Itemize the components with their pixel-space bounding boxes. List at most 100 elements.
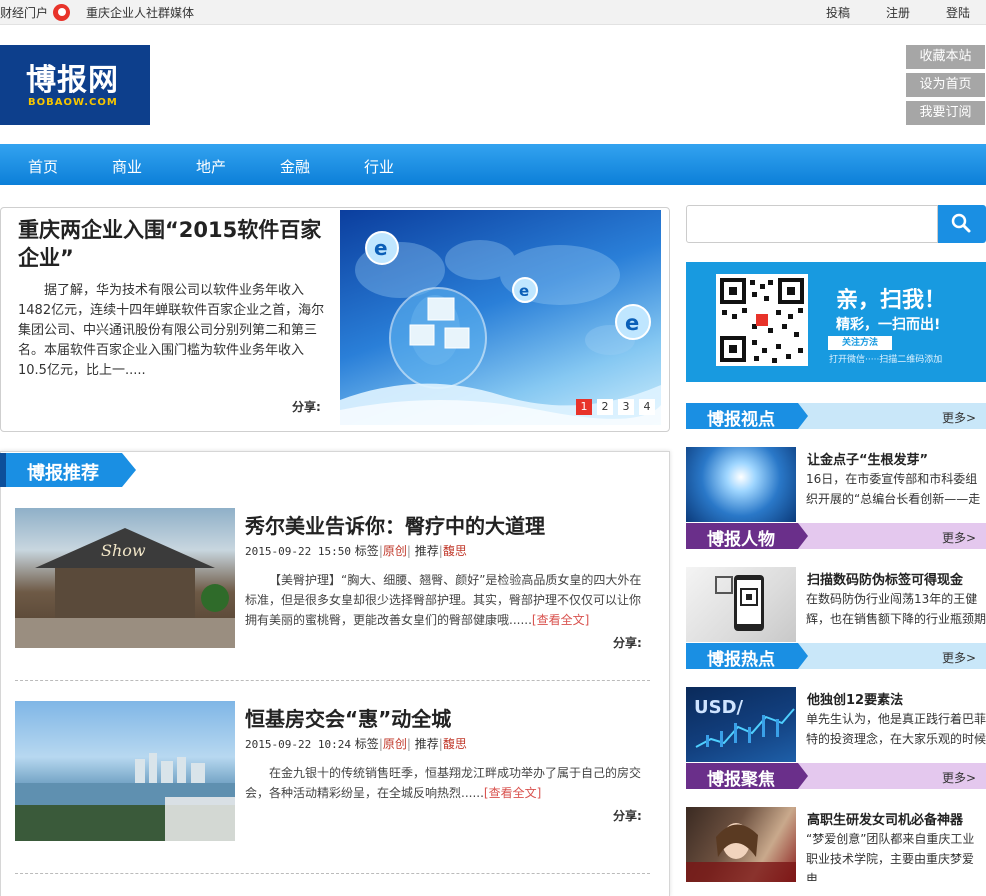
article-summary-text: 在金九银十的传统销售旺季，恒基翔龙江畔成功举办了属于自己的房交会，各种活动精彩纷… xyxy=(245,766,642,800)
section-header-viewpoint: 博报视点 更多> xyxy=(686,403,986,430)
more-link-people[interactable]: 更多> xyxy=(942,529,976,546)
search-icon xyxy=(951,213,971,233)
recommend-header: 博报推荐 xyxy=(0,453,140,487)
section-header-people: 博报人物 更多> xyxy=(686,523,986,550)
submit-link[interactable]: 投稿 xyxy=(826,4,850,21)
nav-home[interactable]: 首页 xyxy=(28,156,58,177)
featured-title[interactable]: 重庆两企业入围“2015软件百家企业” xyxy=(18,216,333,272)
side-article-title[interactable]: 他独创12要素法 xyxy=(807,689,903,708)
site-logo[interactable]: 博报网 BOBAOW.COM xyxy=(0,45,150,125)
section-title-viewpoint: 博报视点 xyxy=(707,410,775,430)
side-article-viewpoint: 让金点子“生根发芽” 16日，在市委宣传部和市科委组织开展的“总编台长看创新——… xyxy=(686,447,986,522)
main-nav: 首页 商业 地产 金融 行业 xyxy=(0,144,986,185)
search-button[interactable] xyxy=(938,205,986,243)
section-header-hot: 博报热点 更多> xyxy=(686,643,986,670)
carousel-page-2[interactable]: 2 xyxy=(597,399,613,415)
article-image-show[interactable]: Show xyxy=(15,508,235,648)
nav-business[interactable]: 商业 xyxy=(112,156,142,177)
svg-text:e: e xyxy=(519,282,529,300)
more-link-viewpoint[interactable]: 更多> xyxy=(942,409,976,426)
tag-original[interactable]: 原创 xyxy=(383,544,407,558)
section-title-people: 博报人物 xyxy=(707,530,775,550)
featured-image[interactable]: e e e xyxy=(340,210,661,425)
section-title-focus: 博报聚焦 xyxy=(707,770,775,790)
qr-hint: 打开微信·····扫描二维码添加 xyxy=(829,355,943,365)
phone-scan-image[interactable] xyxy=(686,567,796,642)
svg-text:USD/: USD/ xyxy=(694,697,744,718)
world-map-graphic: e e e xyxy=(340,231,661,425)
portal-link[interactable]: 财经门户 xyxy=(0,4,48,21)
article-title[interactable]: 秀尔美业告诉你：臀疗中的大道理 xyxy=(245,510,545,539)
qr-headline: 亲，扫我！ xyxy=(836,288,947,313)
woman-driver-image[interactable] xyxy=(686,807,796,882)
side-article-title[interactable]: 高职生研发女司机必备神器 xyxy=(807,809,963,828)
section-title-hot: 博报热点 xyxy=(707,650,775,670)
nav-industry[interactable]: 行业 xyxy=(364,156,394,177)
svg-text:e: e xyxy=(374,236,388,260)
article-image-riverside[interactable] xyxy=(15,701,235,841)
tag-author[interactable]: 馥思 xyxy=(443,737,467,751)
article-divider xyxy=(15,680,650,681)
side-article-people: 扫描数码防伪标签可得现金 在数码防伪行业闯荡13年的王健辉，也在销售额下降的行业… xyxy=(686,567,986,642)
side-article-title[interactable]: 扫描数码防伪标签可得现金 xyxy=(807,569,963,588)
tag-original[interactable]: 原创 xyxy=(383,737,407,751)
article-meta: 2015-09-22 15:50 标签|原创| 推荐|馥思 xyxy=(245,544,467,558)
tags-label: 标签 xyxy=(354,737,379,751)
qr-code-icon xyxy=(716,274,808,366)
tag-author[interactable]: 馥思 xyxy=(443,544,467,558)
svg-text:Show: Show xyxy=(101,541,146,560)
media-link[interactable]: 重庆企业人社群媒体 xyxy=(86,4,194,21)
bookmark-button[interactable]: 收藏本站 xyxy=(906,45,985,69)
side-article-focus: 高职生研发女司机必备神器 “梦爱创意”团队都来自重庆工业职业技术学院，主要由重庆… xyxy=(686,807,986,882)
section-header-focus: 博报聚焦 更多> xyxy=(686,763,986,790)
featured-article: 重庆两企业入围“2015软件百家企业” 据了解，华为技术有限公司以软件业务年收入… xyxy=(0,207,670,432)
recommend-label: 推荐 xyxy=(414,737,439,751)
more-link-hot[interactable]: 更多> xyxy=(942,649,976,666)
wechat-qr-banner[interactable]: 亲，扫我！ 精彩，一扫而出! 关注方法 打开微信·····扫描二维码添加 xyxy=(686,262,986,382)
subscribe-button[interactable]: 我要订阅 xyxy=(906,101,985,125)
article-item: 恒基房交会“惠”动全城 2015-09-22 10:24 标签|原创| 推荐|馥… xyxy=(15,701,655,846)
side-article-title[interactable]: 让金点子“生根发芽” xyxy=(807,449,928,468)
side-article-text: “梦爱创意”团队都来自重庆工业职业技术学院，主要由重庆梦爱电..... xyxy=(806,832,975,881)
article-date: 2015-09-22 15:50 xyxy=(245,545,351,558)
login-link[interactable]: 登陆 xyxy=(946,4,970,21)
set-homepage-button[interactable]: 设为首页 xyxy=(906,73,985,97)
nav-finance[interactable]: 金融 xyxy=(280,156,310,177)
read-more-link[interactable]: [查看全文] xyxy=(484,786,541,800)
recommend-title: 博报推荐 xyxy=(27,463,99,484)
svg-text:e: e xyxy=(625,311,639,335)
article-summary: 【美臀护理】“胸大、细腰、翘臀、颜好”是检验高品质女皇的四大外在标准，但是很多女… xyxy=(245,570,645,630)
lightbulb-image[interactable] xyxy=(686,447,796,522)
top-bar: 财经门户 重庆企业人社群媒体 投稿 注册 登陆 xyxy=(0,0,986,25)
featured-share-label: 分享: xyxy=(292,400,321,414)
side-article-text: 单先生认为，他是真正践行着巴菲特的投资理念，在大家乐观的时候 xyxy=(806,712,986,746)
article-meta: 2015-09-22 10:24 标签|原创| 推荐|馥思 xyxy=(245,737,467,751)
side-article-hot: USD/ 他独创12要素法 单先生认为，他是真正践行着巴菲特的投资理念，在大家乐… xyxy=(686,687,986,762)
carousel-page-4[interactable]: 4 xyxy=(639,399,655,415)
nav-realestate[interactable]: 地产 xyxy=(196,156,226,177)
more-link-focus[interactable]: 更多> xyxy=(942,769,976,786)
carousel-page-1[interactable]: 1 xyxy=(576,399,592,415)
article-item: Show 秀尔美业告诉你：臀疗中的大道理 2015-09-22 15:50 标签… xyxy=(15,508,655,653)
qr-follow-tag: 关注方法 xyxy=(828,336,892,350)
register-link[interactable]: 注册 xyxy=(886,4,910,21)
featured-summary: 据了解，华为技术有限公司以软件业务年收入1482亿元，连续十四年蝉联软件百家企业… xyxy=(18,283,325,378)
logo-text: 博报网 xyxy=(26,63,119,98)
side-article-text: 在数码防伪行业闯荡13年的王健辉，也在销售额下降的行业瓶颈期 xyxy=(806,592,986,626)
article-title[interactable]: 恒基房交会“惠”动全城 xyxy=(245,703,451,732)
portal-logo-icon xyxy=(53,4,70,21)
carousel-page-3[interactable]: 3 xyxy=(618,399,634,415)
article-share-label: 分享: xyxy=(613,636,642,650)
read-more-link[interactable]: [查看全文] xyxy=(532,613,589,627)
article-divider xyxy=(15,873,650,874)
qr-subline: 精彩，一扫而出! xyxy=(836,317,941,333)
recommend-label: 推荐 xyxy=(414,544,439,558)
search-input[interactable] xyxy=(686,205,938,243)
article-date: 2015-09-22 10:24 xyxy=(245,738,351,751)
logo-domain: BOBAOW.COM xyxy=(28,97,118,108)
currency-chart-image[interactable]: USD/ xyxy=(686,687,796,762)
tags-label: 标签 xyxy=(354,544,379,558)
side-article-text: 16日，在市委宣传部和市科委组织开展的“总编台长看创新——走 xyxy=(806,472,981,506)
article-summary: 在金九银十的传统销售旺季，恒基翔龙江畔成功举办了属于自己的房交会，各种活动精彩纷… xyxy=(245,763,645,803)
article-share-label: 分享: xyxy=(613,809,642,823)
